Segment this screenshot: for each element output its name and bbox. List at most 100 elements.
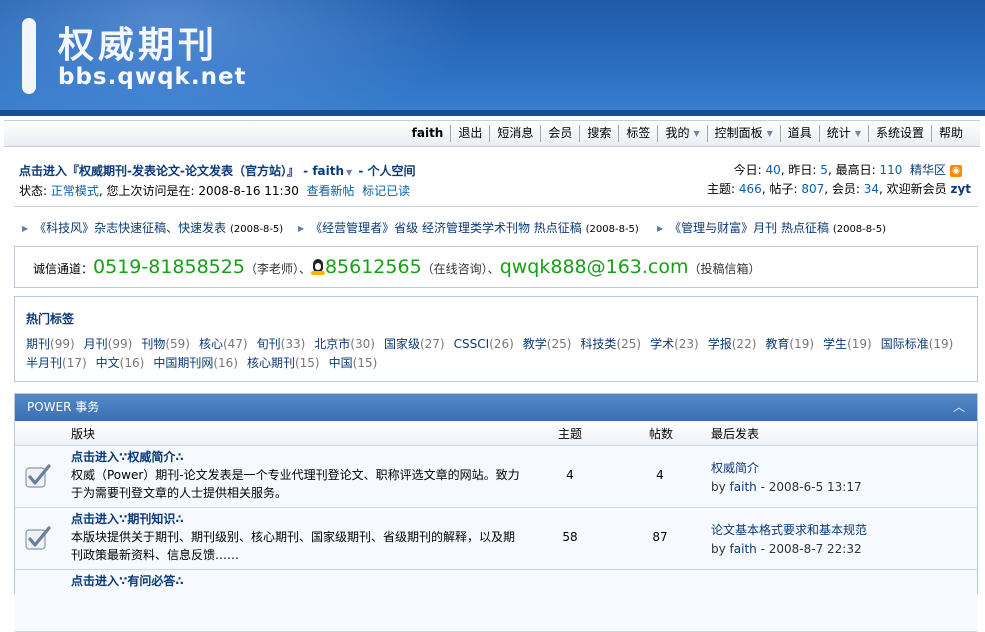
tag-name: 学报 (707, 337, 732, 351)
tag-name: 中文 (95, 356, 120, 370)
banner-divider (0, 110, 985, 116)
nav-my[interactable]: 我的 ▼ (657, 125, 706, 142)
tag-link[interactable]: 刊物(59) (141, 337, 190, 351)
forum-row: 点击进入∵权威简介∴ 权威（Power）期刊-论文发表是一个专业代理刊登论文、职… (15, 446, 977, 508)
tag-link[interactable]: 学术(23) (650, 337, 699, 351)
tag-link[interactable]: 期刊(99) (26, 337, 75, 351)
username-link[interactable]: faith (312, 164, 344, 178)
board-description: 权威（Power）期刊-论文发表是一个专业代理刊登论文、职称评选文章的网站。致力… (71, 468, 520, 500)
tag-count: (23) (674, 337, 699, 351)
chevron-down-icon[interactable]: ▼ (346, 168, 352, 177)
board-posts: 4 (656, 468, 664, 482)
hotline-qq: 85612565 (324, 256, 422, 278)
forum-row: 点击进入∵有问必答∴ (15, 570, 977, 632)
board-title-link[interactable]: 点击进入∵有问必答∴ (71, 572, 184, 589)
tag-link[interactable]: 教学(25) (523, 337, 572, 351)
nav-label: 短消息 (497, 126, 534, 140)
nav-props[interactable]: 道具 (779, 125, 819, 142)
qq-penguin-icon[interactable] (310, 259, 325, 275)
board-description: 本版块提供关于期刊、期刊级别、核心期刊、国家级期刊、省级期刊的解释，以及期刊政策… (71, 530, 516, 562)
tag-link[interactable]: 中文(16) (96, 356, 145, 370)
notice-item[interactable]: ▶ 《管理与财富》月刊 热点征稿 (2008-8-5) (657, 219, 886, 236)
tag-link[interactable]: 核心(47) (199, 337, 248, 351)
tag-link[interactable]: 中国(15) (329, 356, 378, 370)
tag-link[interactable]: CSSCI(26) (454, 337, 514, 351)
section-title[interactable]: POWER 事务 (27, 400, 99, 414)
today-count: 40 (765, 163, 781, 177)
tag-name: 核心 (198, 337, 223, 351)
nav-members[interactable]: 会员 (540, 125, 579, 142)
tag-link[interactable]: 中国期刊网(16) (153, 356, 238, 370)
nav-search[interactable]: 搜索 (579, 125, 618, 142)
view-new-posts-link[interactable]: 查看新帖 (307, 184, 355, 198)
notice-item[interactable]: ▶ 《经营管理者》省级 经济管理类学术刊物 热点征稿 (2008-8-5) (298, 219, 639, 236)
today-label: 今日: (733, 163, 766, 177)
tag-link[interactable]: 国际标准(19) (881, 337, 954, 351)
tag-name: 旬刊 (256, 337, 281, 351)
site-logo-title[interactable]: 权威期刊 (58, 16, 218, 68)
topics-label: 主题: (707, 182, 739, 196)
status-mode-link[interactable]: 正常模式 (51, 184, 99, 198)
top-nav-bar: faith 退出 短消息 会员 搜索 标签 我的 ▼ 控制面板 ▼ 道具 统计 ▼ 系… (4, 120, 980, 147)
last-post-user-link[interactable]: faith (730, 542, 757, 556)
tag-count: (19) (789, 337, 815, 351)
last-post-meta: by faith - 2008-6-5 13:17 (711, 480, 862, 494)
board-title-link[interactable]: 点击进入∵期刊知识∴ (71, 510, 184, 527)
nav-stats[interactable]: 统计 ▼ (818, 125, 868, 142)
daily-stats: 今日: 40, 昨日: 5, 最高日: 110 精华区 ◉ (734, 161, 962, 178)
tag-link[interactable]: 国家级(27) (384, 337, 445, 351)
board-title-link[interactable]: 点击进入∵权威简介∴ (71, 448, 184, 465)
tag-name: 中国 (328, 356, 353, 370)
nav-tags[interactable]: 标签 (618, 125, 657, 142)
tag-count: (99) (107, 337, 133, 351)
tag-link[interactable]: 核心期刊(15) (247, 356, 320, 370)
nav-label: 搜索 (587, 126, 612, 140)
status-label: 状态: (19, 184, 51, 198)
tag-name: 月刊 (83, 337, 108, 351)
last-post: 权威简介 by faith - 2008-6-5 13:17 (711, 459, 862, 497)
last-post-title-link[interactable]: 论文基本格式要求和基本规范 (711, 523, 867, 537)
tag-link[interactable]: 半月刊(17) (26, 356, 87, 370)
nav-settings[interactable]: 系统设置 (867, 125, 931, 142)
tag-link[interactable]: 教育(19) (765, 337, 814, 351)
header-banner: 权威期刊 bbs.qwqk.net (0, 0, 985, 116)
nav-messages[interactable]: 短消息 (489, 125, 540, 142)
digest-link[interactable]: 精华区 (910, 163, 946, 177)
triangle-right-icon: ▶ (298, 224, 305, 233)
last-post-title-link[interactable]: 权威简介 (711, 461, 759, 475)
tag-link[interactable]: 月刊(99) (84, 337, 133, 351)
tag-name: 中国期刊网 (153, 356, 214, 370)
col-posts: 帖数 (649, 427, 674, 441)
tag-count: (47) (222, 337, 248, 351)
tag-link[interactable]: 北京市(30) (314, 337, 375, 351)
nav-label: 统计 (826, 126, 851, 140)
board-topics: 58 (562, 530, 578, 544)
mark-read-link[interactable]: 标记已读 (362, 184, 410, 198)
collapse-icon[interactable]: ︿ (953, 394, 965, 420)
tag-link[interactable]: 学报(22) (708, 337, 757, 351)
yesterday-count: 5 (820, 163, 828, 177)
tag-count: (33) (280, 337, 306, 351)
nav-label: 系统设置 (875, 126, 924, 140)
tag-link[interactable]: 旬刊(33) (257, 337, 306, 351)
last-post-user-link[interactable]: faith (730, 480, 757, 494)
newest-member-link[interactable]: zyt (950, 182, 971, 196)
notice-item[interactable]: ▶ 《科技风》杂志快速征稿、快速发表 (2008-8-5) (22, 219, 283, 236)
rss-icon[interactable]: ◉ (950, 164, 962, 177)
forum-home-link[interactable]: 点击进入『权威期刊-发表论文-论文发表（官方站）』 (19, 164, 299, 178)
tag-link[interactable]: 科技类(25) (580, 337, 641, 351)
tag-link[interactable]: 学生(19) (823, 337, 872, 351)
nav-control-panel[interactable]: 控制面板 ▼ (706, 125, 780, 142)
posts-label: , 帖子: (761, 182, 802, 196)
nav-user-faith[interactable]: faith (405, 125, 451, 142)
forum-read-check-icon (25, 464, 51, 488)
last-visit-text: , 您上次访问是在: 2008-8-16 11:30 (98, 184, 299, 198)
hotline-email: qwqk888@163.com (499, 256, 689, 278)
nav-logout[interactable]: 退出 (450, 125, 489, 142)
members-count: 34 (863, 182, 879, 196)
column-headers: 版块 主题 帖数 最后发表 (15, 421, 977, 446)
site-logo-url[interactable]: bbs.qwqk.net (58, 64, 247, 90)
posts-count: 807 (801, 182, 825, 196)
personal-space-link[interactable]: - 个人空间 (358, 164, 415, 178)
nav-help[interactable]: 帮助 (930, 125, 970, 142)
